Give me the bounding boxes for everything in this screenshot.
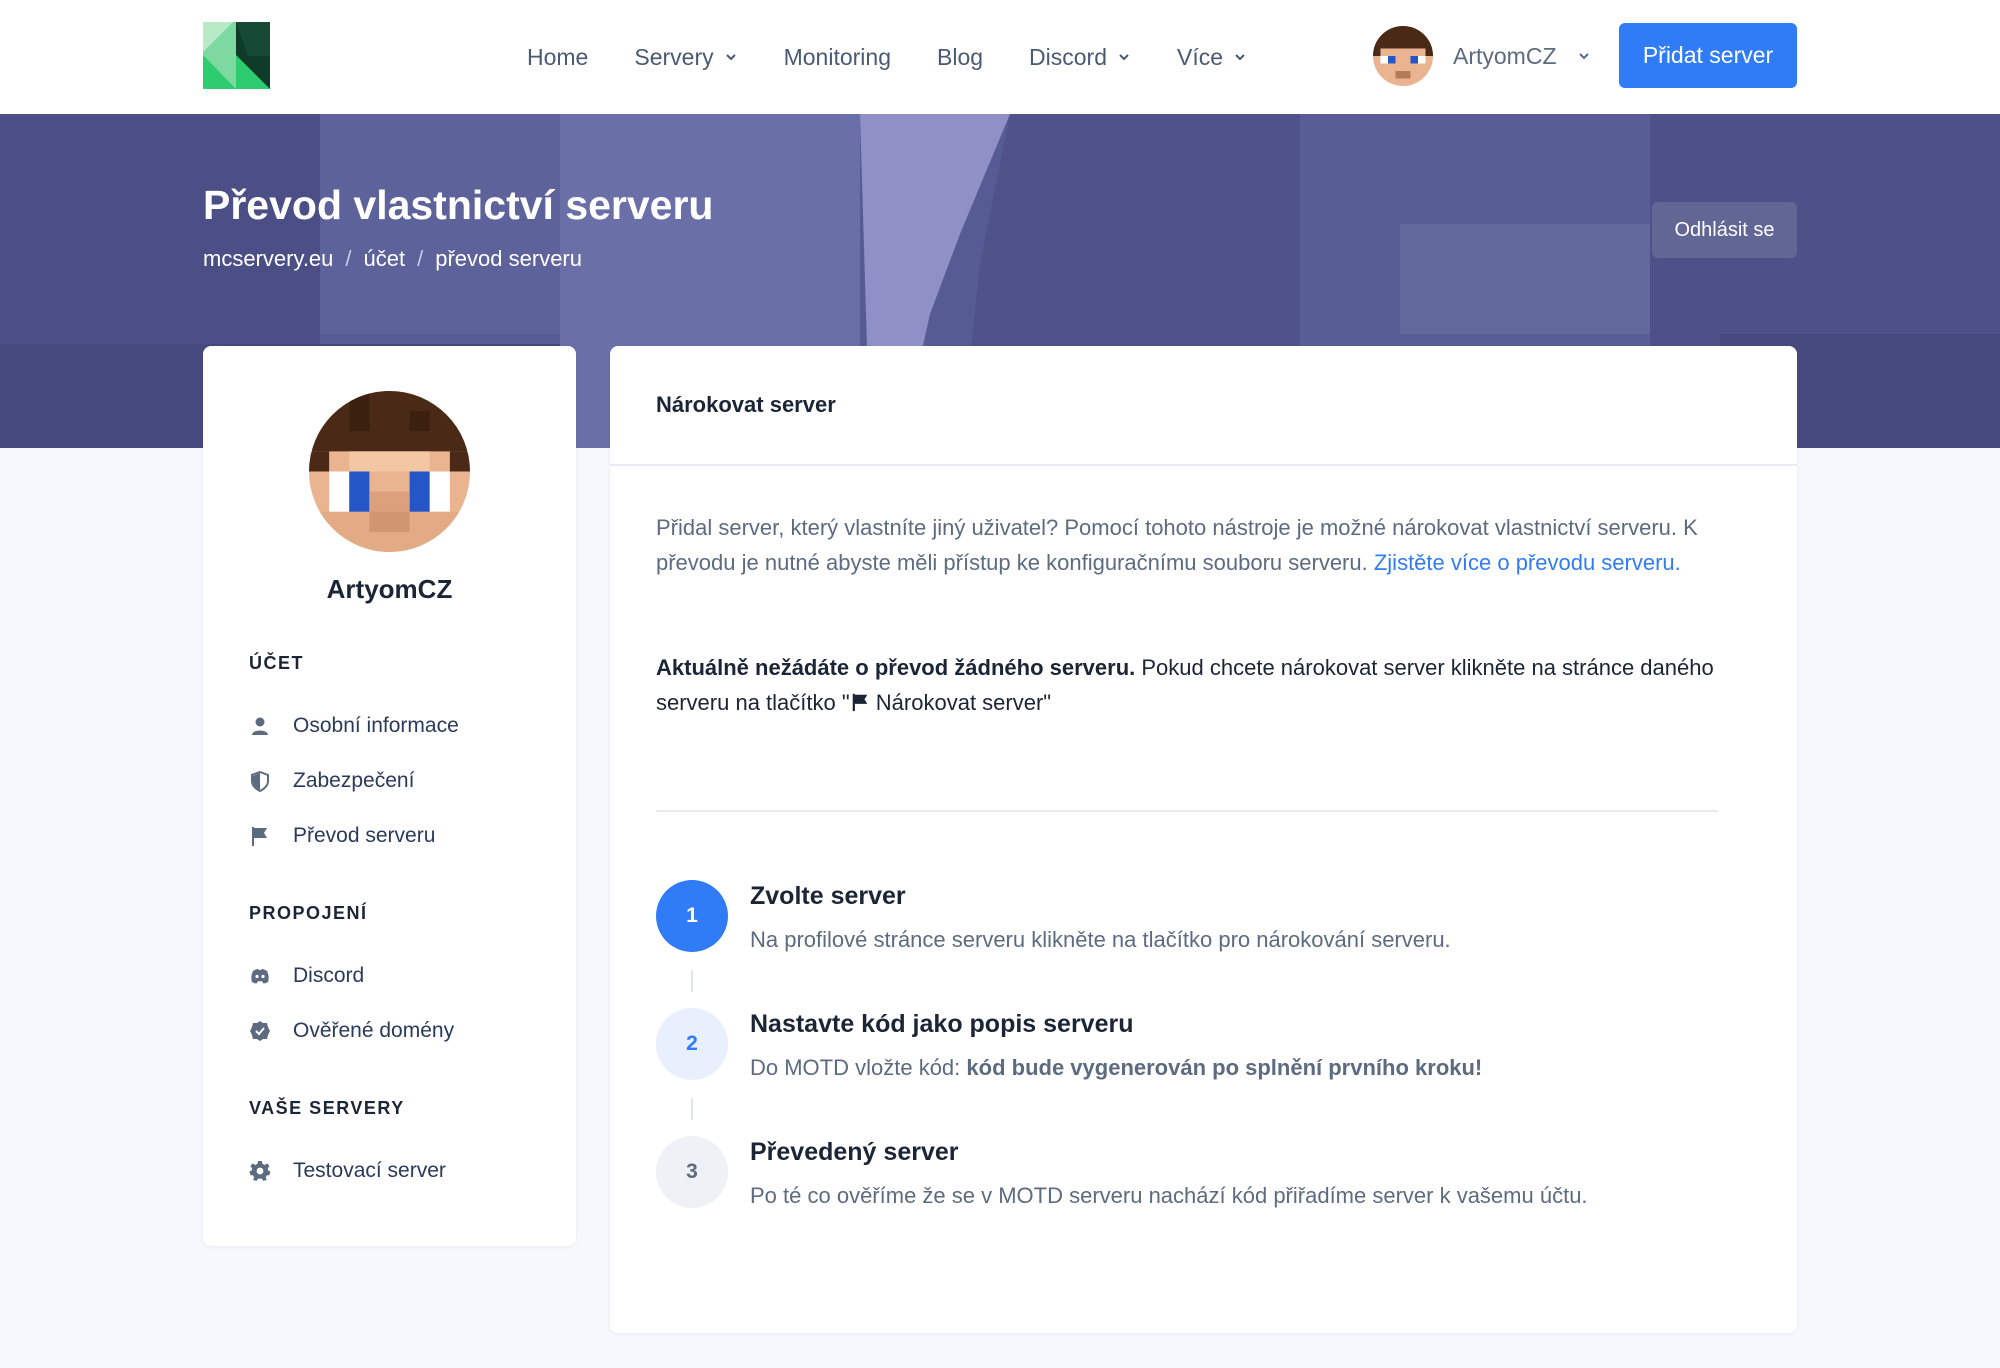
sidebar-item-label: Osobní informace — [293, 714, 459, 737]
header-username: ArtyomCZ — [1453, 42, 1557, 69]
step-3-description: Po té co ověříme že se v MOTD serveru na… — [750, 1183, 1588, 1208]
breadcrumb-account[interactable]: účet — [364, 246, 406, 272]
logout-button[interactable]: Odhlásit se — [1652, 202, 1797, 258]
step-connector — [691, 1098, 693, 1120]
sidebar-item-verified-domains[interactable]: Ověřené domény — [249, 1019, 454, 1043]
profile-username: ArtyomCZ — [326, 574, 453, 604]
nav-monitoring[interactable]: Monitoring — [784, 44, 891, 71]
step-3-title: Převedený server — [750, 1138, 959, 1166]
breadcrumb: mcservery.eu / účet / převod serveru — [203, 246, 582, 272]
nav-home[interactable]: Home — [527, 44, 588, 71]
top-navbar: Home Servery Monitoring Blog Discord Víc… — [0, 0, 2000, 114]
section-title-connections: PROPOJENÍ — [249, 903, 368, 923]
nav-blog-label: Blog — [937, 43, 984, 70]
sidebar-item-label: Zabezpečení — [293, 769, 415, 792]
nav-servery-label: Servery — [634, 43, 714, 70]
shield-icon — [251, 770, 269, 792]
chevron-down-icon — [1235, 54, 1245, 61]
intro-paragraph: Přidal server, který vlastníte jiný uživ… — [656, 510, 1766, 580]
account-sidebar: ArtyomCZ ÚČET Osobní informace Zabezpeče… — [203, 346, 576, 1246]
chevron-down-icon — [725, 54, 736, 61]
breadcrumb-current: převod serveru — [435, 246, 582, 271]
avatar — [1373, 26, 1433, 86]
step-1-title: Zvolte server — [750, 882, 906, 910]
step-2-description: Do MOTD vložte kód: kód bude vygenerován… — [750, 1055, 1482, 1081]
step-2-desc-text: Do MOTD vložte kód: — [750, 1055, 961, 1080]
sidebar-item-personal-info[interactable]: Osobní informace — [249, 714, 459, 738]
step-2-title: Nastavte kód jako popis serveru — [750, 1010, 1134, 1038]
nav-vice[interactable]: Více — [1177, 44, 1247, 71]
user-icon — [252, 717, 268, 735]
nav-monitoring-label: Monitoring — [783, 43, 891, 70]
breadcrumb-separator: / — [417, 246, 424, 271]
breadcrumb-separator: / — [345, 246, 352, 271]
gear-icon — [249, 1160, 271, 1181]
nav-blog[interactable]: Blog — [937, 44, 983, 71]
section-title-account: ÚČET — [249, 653, 304, 673]
sidebar-item-server-transfer[interactable]: Převod serveru — [249, 824, 435, 848]
sidebar-item-label: Převod serveru — [293, 824, 436, 847]
nav-vice-label: Více — [1177, 43, 1224, 70]
divider — [610, 464, 1797, 466]
breadcrumb-home[interactable]: mcservery.eu — [203, 246, 333, 272]
nav-servery[interactable]: Servery — [634, 44, 737, 71]
profile-avatar-image — [309, 391, 470, 552]
user-menu[interactable]: ArtyomCZ — [1373, 26, 1591, 86]
step-1-badge: 1 — [656, 880, 728, 952]
chevron-down-icon — [1578, 53, 1589, 60]
nav-discord[interactable]: Discord — [1029, 44, 1131, 71]
flag-icon — [252, 827, 267, 846]
step-2-code-placeholder: kód bude vygenerován po splnění prvního … — [966, 1055, 1483, 1080]
sidebar-item-label: Testovací server — [293, 1159, 446, 1182]
divider — [656, 810, 1718, 812]
step-connector — [691, 970, 693, 992]
verified-badge-icon — [250, 1021, 270, 1041]
sidebar-item-label: Ověřené domény — [293, 1019, 455, 1042]
nav-home-label: Home — [527, 43, 589, 70]
add-server-button[interactable]: Přidat server — [1619, 23, 1797, 88]
status-bold-text: Aktuálně nežádáte o převod žádného serve… — [656, 655, 1136, 680]
sidebar-item-test-server[interactable]: Testovací server — [249, 1159, 446, 1183]
page-title: Převod vlastnictví serveru — [203, 182, 714, 228]
transfer-status: Aktuálně nežádáte o převod žádného serve… — [656, 650, 1736, 720]
sidebar-item-discord[interactable]: Discord — [249, 964, 364, 988]
learn-more-link[interactable]: Zjistěte více o převodu serveru. — [1374, 550, 1681, 575]
card-title: Nárokovat server — [656, 392, 836, 417]
step-1-description: Na profilové stránce serveru klikněte na… — [750, 927, 1451, 952]
nav-discord-label: Discord — [1029, 43, 1108, 70]
step-2-badge: 2 — [656, 1008, 728, 1080]
status-button-reference: Nárokovat server" — [875, 690, 1052, 715]
flag-icon — [852, 693, 867, 712]
sidebar-item-security[interactable]: Zabezpečení — [249, 769, 414, 793]
profile-avatar — [309, 391, 470, 552]
section-title-your-servers: VAŠE SERVERY — [249, 1098, 405, 1118]
claim-server-card: Nárokovat server Přidal server, který vl… — [610, 346, 1797, 1333]
site-logo[interactable] — [203, 22, 270, 89]
discord-icon — [251, 969, 269, 984]
main-nav: Home Servery Monitoring Blog Discord Víc… — [527, 0, 1247, 114]
step-3-badge: 3 — [656, 1136, 728, 1208]
chevron-down-icon — [1119, 54, 1129, 61]
sidebar-item-label: Discord — [293, 964, 365, 987]
